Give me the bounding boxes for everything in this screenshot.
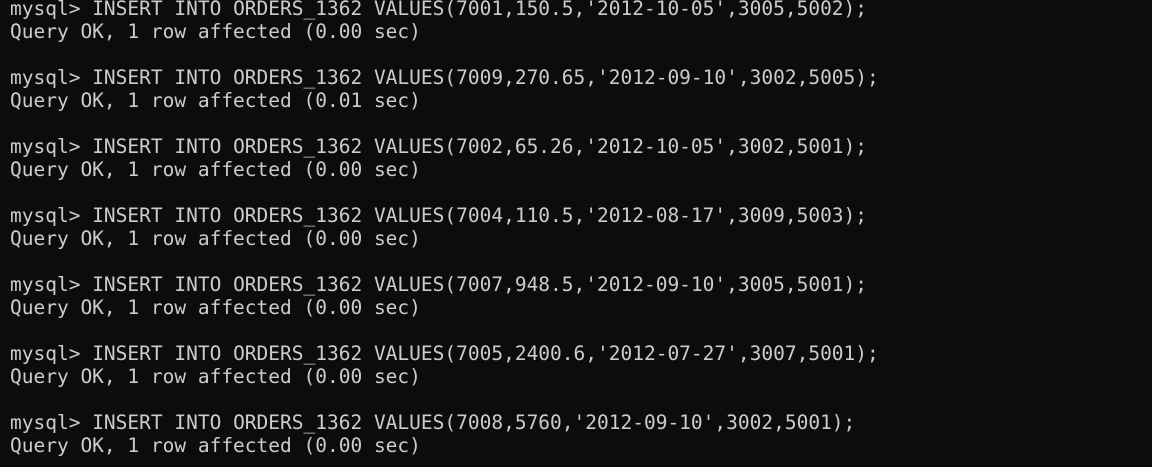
sql-command: INSERT INTO ORDERS_1362 VALUES(7007,948.… xyxy=(92,273,868,296)
mysql-prompt: mysql> xyxy=(10,0,93,20)
command-line: mysql> INSERT INTO ORDERS_1362 VALUES(70… xyxy=(10,342,879,365)
command-line: mysql> INSERT INTO ORDERS_1362 VALUES(70… xyxy=(10,204,867,227)
command-line: mysql> INSERT INTO ORDERS_1362 VALUES(70… xyxy=(10,135,867,158)
query-result: Query OK, 1 row affected (0.00 sec) xyxy=(10,20,421,43)
query-result: Query OK, 1 row affected (0.00 sec) xyxy=(10,296,421,319)
command-line: mysql> INSERT INTO ORDERS_1362 VALUES(70… xyxy=(10,66,879,89)
mysql-prompt: mysql> xyxy=(10,204,93,227)
query-result: Query OK, 1 row affected (0.00 sec) xyxy=(10,365,421,388)
query-result: Query OK, 1 row affected (0.00 sec) xyxy=(10,158,421,181)
command-line: mysql> INSERT INTO ORDERS_1362 VALUES(70… xyxy=(10,273,867,296)
terminal-window[interactable]: mysql> INSERT INTO ORDERS_1362 VALUES(70… xyxy=(0,0,1152,467)
query-result: Query OK, 1 row affected (0.00 sec) xyxy=(10,434,421,457)
query-result: Query OK, 1 row affected (0.00 sec) xyxy=(10,227,421,250)
sql-command: INSERT INTO ORDERS_1362 VALUES(7004,110.… xyxy=(92,204,868,227)
sql-command: INSERT INTO ORDERS_1362 VALUES(7001,150.… xyxy=(92,0,868,20)
sql-command: INSERT INTO ORDERS_1362 VALUES(7008,5760… xyxy=(92,411,856,434)
mysql-prompt: mysql> xyxy=(10,411,93,434)
mysql-prompt: mysql> xyxy=(10,135,93,158)
sql-command: INSERT INTO ORDERS_1362 VALUES(7009,270.… xyxy=(92,66,879,89)
command-line: mysql> INSERT INTO ORDERS_1362 VALUES(70… xyxy=(10,411,855,434)
query-result: Query OK, 1 row affected (0.01 sec) xyxy=(10,89,421,112)
sql-command: INSERT INTO ORDERS_1362 VALUES(7005,2400… xyxy=(92,342,879,365)
sql-command: INSERT INTO ORDERS_1362 VALUES(7002,65.2… xyxy=(92,135,868,158)
command-line: mysql> INSERT INTO ORDERS_1362 VALUES(70… xyxy=(10,0,867,20)
mysql-prompt: mysql> xyxy=(10,342,93,365)
mysql-prompt: mysql> xyxy=(10,273,93,296)
mysql-prompt: mysql> xyxy=(10,66,93,89)
